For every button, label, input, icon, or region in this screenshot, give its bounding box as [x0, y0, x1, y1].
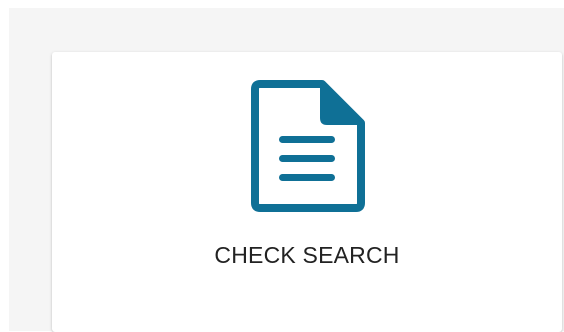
document-icon: [250, 80, 365, 212]
check-search-card[interactable]: CHECK SEARCH: [52, 52, 562, 332]
content-panel: CHECK SEARCH: [9, 8, 564, 332]
card-label: CHECK SEARCH: [214, 242, 400, 268]
